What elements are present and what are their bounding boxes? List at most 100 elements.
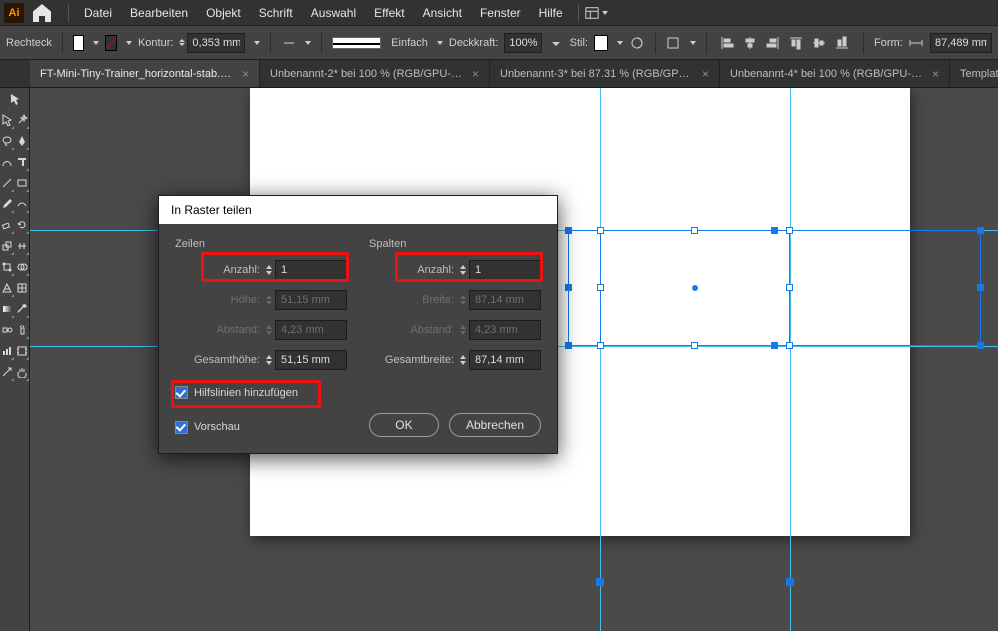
- lasso-tool[interactable]: [0, 130, 15, 151]
- dialog-title[interactable]: In Raster teilen: [159, 196, 557, 224]
- close-icon[interactable]: ×: [242, 67, 249, 81]
- stroke-weight-input[interactable]: [187, 33, 245, 53]
- tab[interactable]: Unbenannt-3* bei 87.31 % (RGB/GPU-Vo…×: [490, 60, 720, 87]
- handle-ml[interactable]: [597, 284, 604, 291]
- handle-tl[interactable]: [565, 227, 572, 234]
- center-point[interactable]: [692, 285, 698, 291]
- handle-bl[interactable]: [597, 342, 604, 349]
- stroke-profile-icon[interactable]: [281, 32, 296, 54]
- shape-label: Rechteck: [6, 37, 52, 49]
- type-tool[interactable]: [15, 151, 30, 172]
- selection-rect[interactable]: [600, 230, 790, 346]
- total-height-input[interactable]: [275, 350, 347, 370]
- perspective-tool[interactable]: [0, 277, 15, 298]
- align-bottom-icon[interactable]: [831, 32, 853, 54]
- menu-auswahl[interactable]: Auswahl: [302, 0, 365, 26]
- align-hcenter-icon[interactable]: [739, 32, 761, 54]
- handle-br[interactable]: [786, 342, 793, 349]
- symbol-spray-tool[interactable]: [15, 319, 30, 340]
- style-swatch[interactable]: [594, 35, 608, 51]
- tab[interactable]: FT-Mini-Tiny-Trainer_horizontal-stab.pdf…: [30, 60, 260, 87]
- mesh-tool[interactable]: [15, 277, 30, 298]
- scale-tool[interactable]: [0, 235, 15, 256]
- menu-ansicht[interactable]: Ansicht: [414, 0, 471, 26]
- shape-builder-tool[interactable]: [15, 256, 30, 277]
- shaper-tool[interactable]: [15, 193, 30, 214]
- rectangle-tool[interactable]: [15, 172, 30, 193]
- menu-hilfe[interactable]: Hilfe: [530, 0, 572, 26]
- handle-mr[interactable]: [786, 284, 793, 291]
- stroke-weight-field[interactable]: [179, 33, 245, 53]
- handle-mr[interactable]: [977, 284, 984, 291]
- brush-tool[interactable]: [0, 193, 15, 214]
- fill-swatch[interactable]: [73, 35, 85, 51]
- hand-tool[interactable]: [15, 361, 30, 382]
- eraser-tool[interactable]: [0, 214, 15, 235]
- recolor-icon[interactable]: [629, 32, 644, 54]
- menu-effekt[interactable]: Effekt: [365, 0, 413, 26]
- width-icon: [909, 32, 924, 54]
- opacity-input[interactable]: [504, 33, 542, 53]
- menu-datei[interactable]: Datei: [75, 0, 121, 26]
- width-tool[interactable]: [15, 235, 30, 256]
- rotate-tool[interactable]: [15, 214, 30, 235]
- gradient-tool[interactable]: [0, 298, 15, 319]
- total-width-stepper[interactable]: [460, 350, 541, 370]
- cancel-button[interactable]: Abbrechen: [449, 413, 541, 437]
- menu-fenster[interactable]: Fenster: [471, 0, 530, 26]
- close-icon[interactable]: ×: [702, 67, 709, 81]
- close-icon[interactable]: ×: [932, 67, 939, 81]
- tab[interactable]: Unbenannt-2* bei 100 % (RGB/GPU-Vors…×: [260, 60, 490, 87]
- guide-vertical[interactable]: [790, 88, 791, 631]
- pen-tool[interactable]: [15, 130, 30, 151]
- line-tool[interactable]: [0, 172, 15, 193]
- chevron-down-icon: [690, 41, 696, 45]
- eyedropper-tool[interactable]: [15, 298, 30, 319]
- handle-tl[interactable]: [597, 227, 604, 234]
- handle-br[interactable]: [977, 342, 984, 349]
- brush-preview[interactable]: [332, 37, 381, 49]
- home-icon[interactable]: [30, 1, 54, 25]
- opacity-label: Deckkraft:: [449, 37, 499, 49]
- artboard-tool[interactable]: [15, 340, 30, 361]
- ok-button[interactable]: OK: [369, 413, 439, 437]
- align-left-icon[interactable]: [716, 32, 738, 54]
- style-label: Stil:: [570, 37, 588, 49]
- total-height-stepper[interactable]: [266, 350, 347, 370]
- row-gutter-input: [275, 320, 347, 340]
- guide-marker: [786, 578, 794, 586]
- magic-wand-tool[interactable]: [15, 109, 30, 130]
- selection-tool[interactable]: [0, 88, 30, 109]
- cols-label: Spalten: [369, 238, 541, 250]
- align-right-icon[interactable]: [762, 32, 784, 54]
- opacity-slider-icon[interactable]: [548, 32, 563, 54]
- graph-tool[interactable]: [0, 340, 15, 361]
- direct-select-tool[interactable]: [0, 109, 15, 130]
- close-icon[interactable]: ×: [472, 67, 479, 81]
- menu-schrift[interactable]: Schrift: [250, 0, 302, 26]
- checkbox-checked-icon[interactable]: [175, 421, 188, 434]
- stroke-swatch[interactable]: [105, 35, 117, 51]
- tab[interactable]: Unbenannt-4* bei 100 % (RGB/GPU-Vors…×: [720, 60, 950, 87]
- handle-bm[interactable]: [691, 342, 698, 349]
- layout-switch-icon[interactable]: [585, 1, 609, 25]
- align-doc-icon[interactable]: [665, 32, 680, 54]
- handle-tr[interactable]: [977, 227, 984, 234]
- menu-bearbeiten[interactable]: Bearbeiten: [121, 0, 197, 26]
- blend-tool[interactable]: [0, 319, 15, 340]
- handle-tm[interactable]: [691, 227, 698, 234]
- slice-tool[interactable]: [0, 361, 15, 382]
- menu-objekt[interactable]: Objekt: [197, 0, 250, 26]
- curvature-tool[interactable]: [0, 151, 15, 172]
- guide-vertical[interactable]: [600, 88, 601, 631]
- handle-ml[interactable]: [565, 284, 572, 291]
- tab[interactable]: Template.ai*×: [950, 60, 998, 87]
- align-top-icon[interactable]: [785, 32, 807, 54]
- preview-checkbox-row[interactable]: Vorschau: [175, 421, 240, 434]
- total-width-input[interactable]: [469, 350, 541, 370]
- handle-tr[interactable]: [786, 227, 793, 234]
- free-transform-tool[interactable]: [0, 256, 15, 277]
- form-width-input[interactable]: [930, 33, 992, 53]
- align-vcenter-icon[interactable]: [808, 32, 830, 54]
- handle-bl[interactable]: [565, 342, 572, 349]
